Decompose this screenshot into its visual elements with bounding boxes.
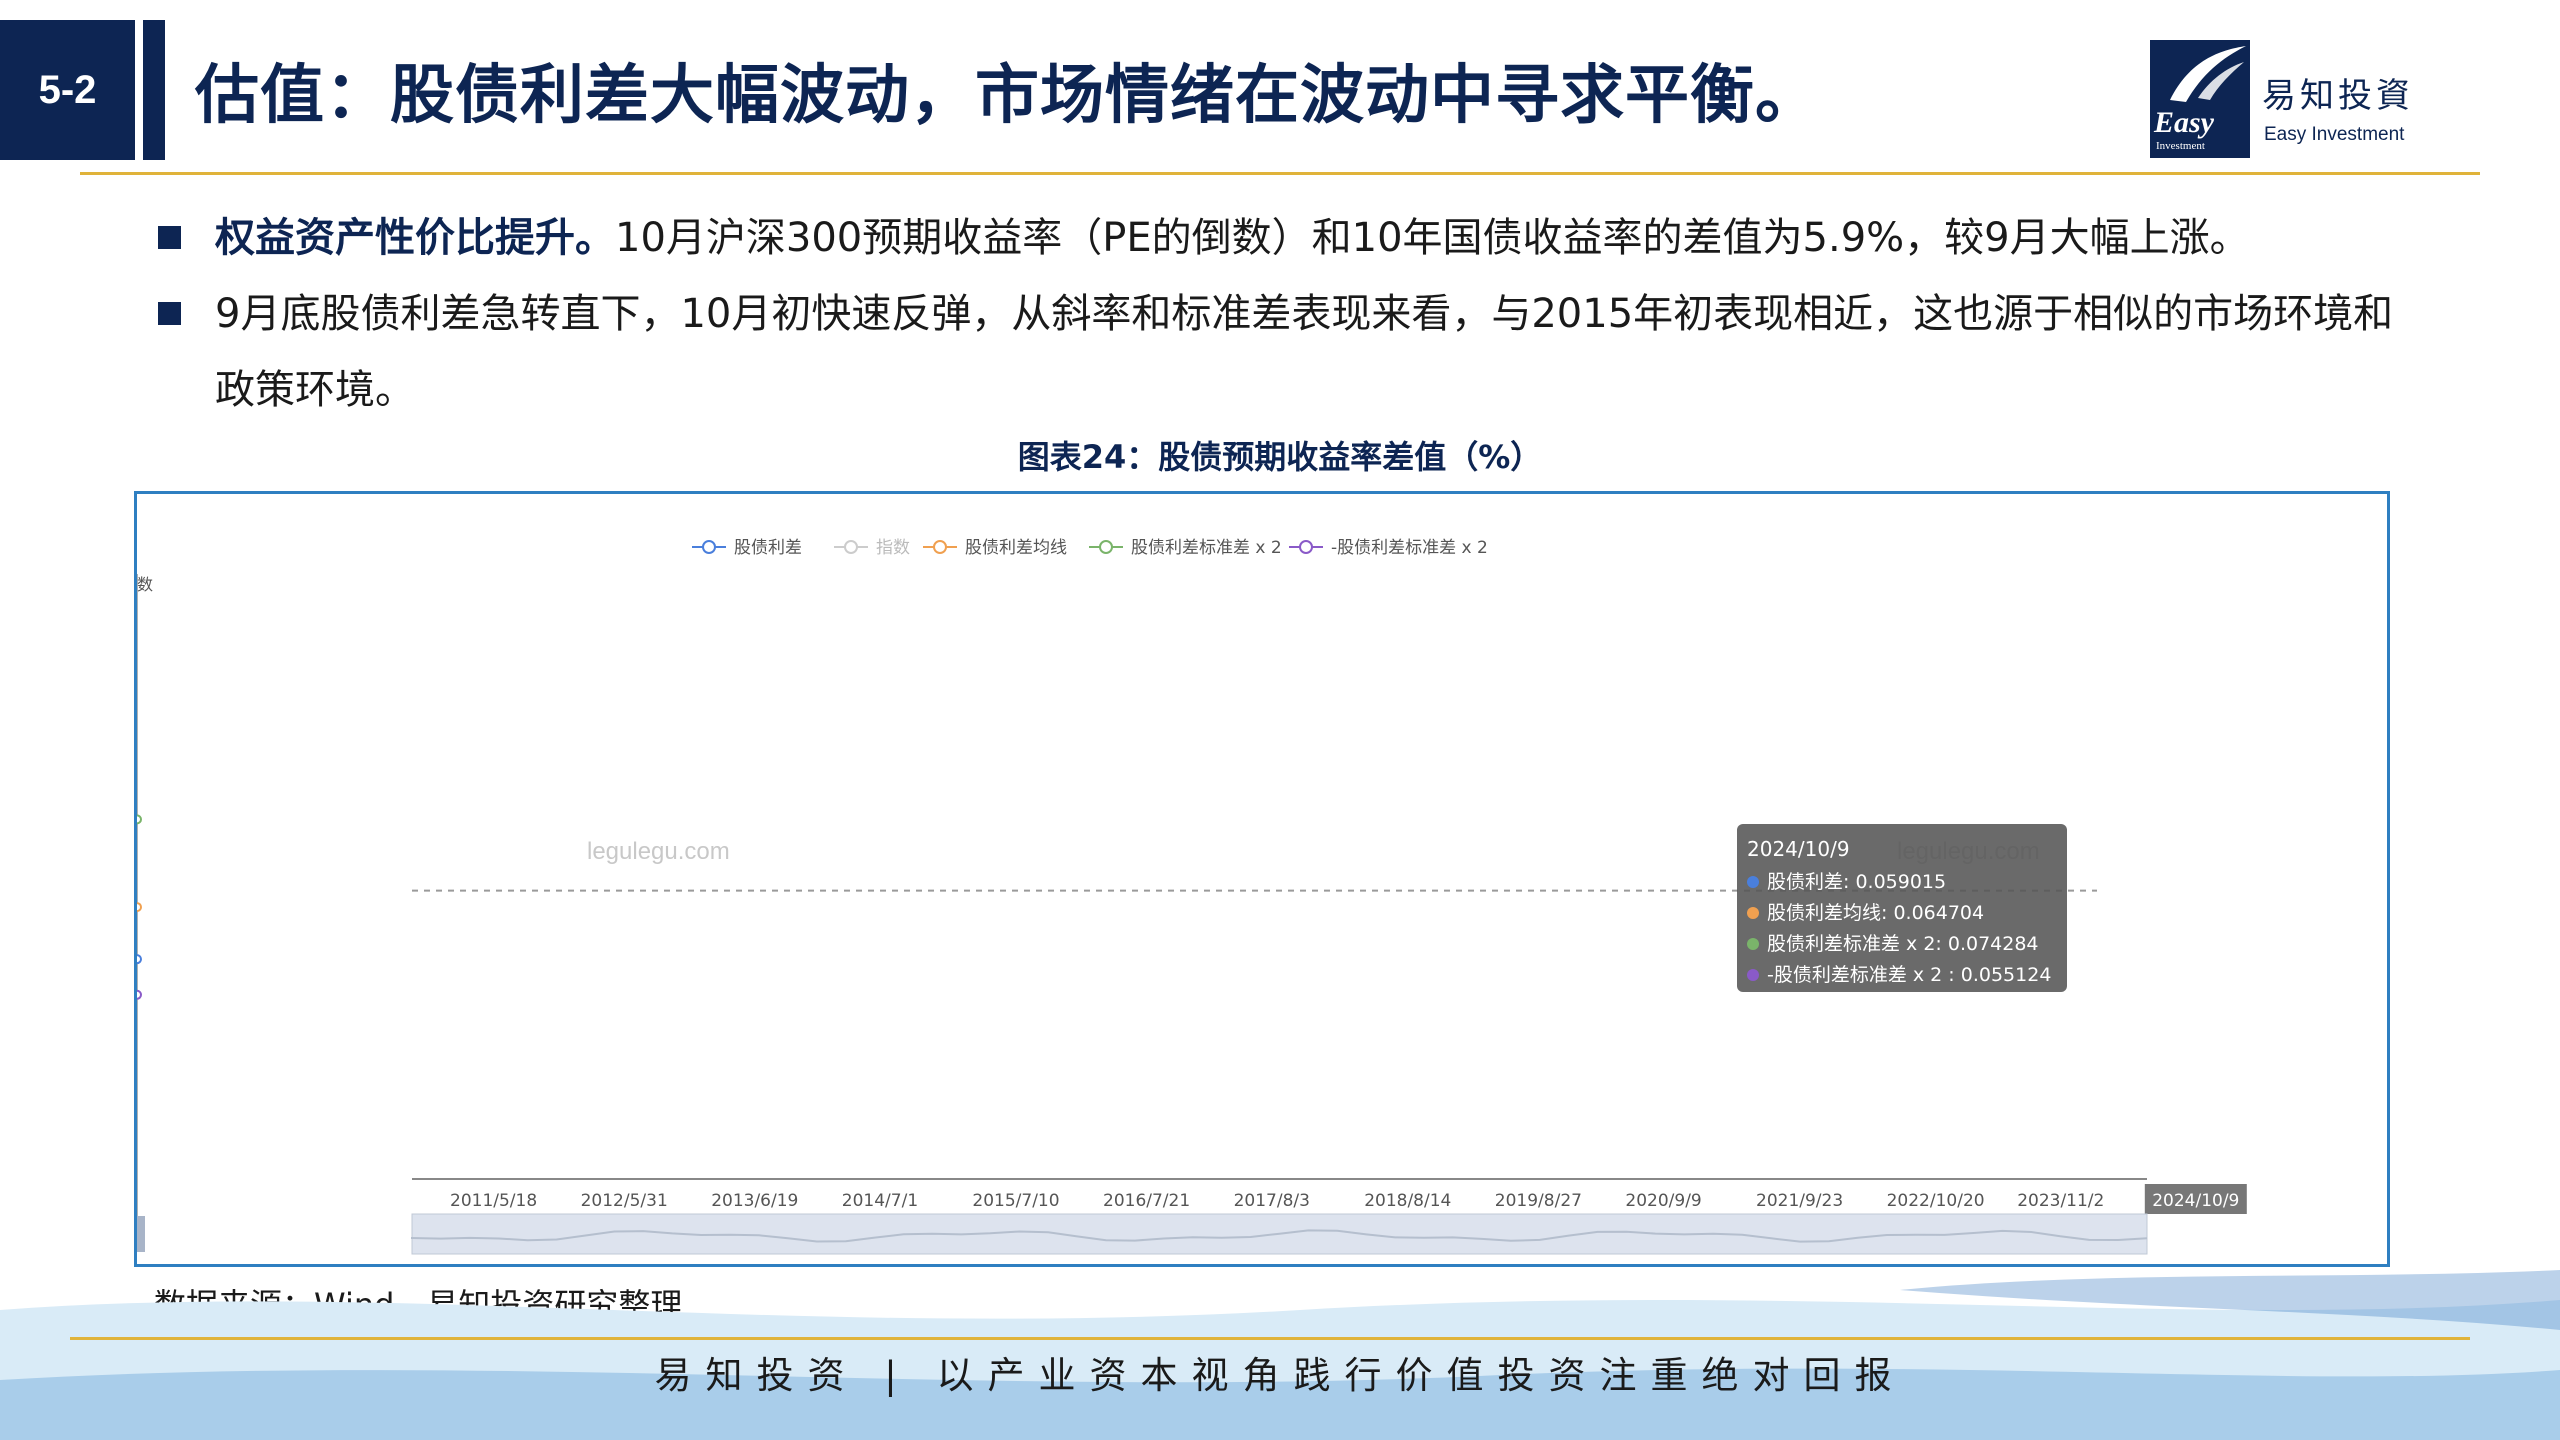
cursor-dot [137,989,142,1000]
logo-mark-subtext: Investment [2156,140,2205,152]
x-tick-label: 2012/5/31 [581,1191,668,1211]
logo-en-text: Easy Investment [2264,124,2405,145]
page-title: 估值：股债利差大幅波动，市场情绪在波动中寻求平衡。 [195,59,1820,133]
bullet-1-text: 10月沪深300预期收益率（PE的倒数）和10年国债收益率的差值为5.9%，较9… [615,215,2250,261]
legend-label: -股债利差标准差 x 2 [1331,538,1488,558]
bullet-item-2: 9月底股债利差急转直下，10月初快速反弹，从斜率和标准差表现来看，与2015年初… [150,276,2400,428]
tooltip-dot [1747,938,1759,950]
spread-chart[interactable]: legulegu.comlegulegu.com指数股债利差指数股债利差均线股债… [137,494,2387,1264]
bullet-2-text: 9月底股债利差急转直下，10月初快速反弹，从斜率和标准差表现来看，与2015年初… [215,291,2394,413]
chart-title: 图表24：股债预期收益率差值（%） [1017,438,1543,476]
legend-swatch-dot [702,540,716,554]
tooltip-dot [1747,876,1759,888]
right-axis-label: 指数 [137,575,153,594]
bullet-square-icon [158,302,181,325]
x-tick-label: 2015/7/10 [972,1191,1059,1211]
footer-divider [70,1337,2470,1340]
x-tick-label: 2013/6/19 [711,1191,798,1211]
footer-slogan: 易知投资 | 以产业资本视角践行价值投资注重绝对回报 [654,1354,1906,1397]
zoom-slider-handle[interactable] [137,1216,145,1252]
tooltip-row: 股债利差: 0.059015 [1767,871,1946,893]
cursor-dot [137,902,142,913]
legend-swatch-dot [933,540,947,554]
legend-label: 股债利差 [734,538,802,558]
tooltip-date: 2024/10/9 [1747,837,1850,861]
legend-swatch-dot [1099,540,1113,554]
tooltip-row: 股债利差均线: 0.064704 [1767,902,1984,924]
x-tick-label: 2019/8/27 [1495,1191,1582,1211]
logo: Easy Investment 易知投資 Easy Investment [2150,40,2440,165]
cursor-dot [137,814,142,825]
legend-swatch-dot [844,540,858,554]
x-tick-label: 2011/5/18 [450,1191,537,1211]
legend-label: 股债利差均线 [965,538,1067,558]
cursor-dot [137,954,142,965]
tooltip-row: -股债利差标准差 x 2 : 0.055124 [1767,964,2051,986]
bullet-1-bold: 权益资产性价比提升。 [215,215,615,261]
x-tick-label: 2017/8/3 [1234,1191,1310,1211]
legend-label: 指数 [876,538,910,558]
header-divider [80,172,2480,175]
legend-label: 股债利差标准差 x 2 [1131,538,1282,558]
x-tick-label: 2024/10/9 [2152,1191,2239,1211]
tooltip-row: 股债利差标准差 x 2: 0.074284 [1767,933,2039,955]
section-bar [143,20,165,160]
logo-mark-text: Easy [2154,106,2214,139]
legend-swatch-dot [1299,540,1313,554]
bullet-square-icon [158,226,181,249]
logo-cn-text: 易知投資 [2262,76,2414,116]
bullet-list: 权益资产性价比提升。10月沪深300预期收益率（PE的倒数）和10年国债收益率的… [150,200,2400,428]
chart-frame: legulegu.comlegulegu.com指数股债利差指数股债利差均线股债… [134,491,2390,1267]
x-tick-label: 2014/7/1 [842,1191,918,1211]
tooltip-dot [1747,907,1759,919]
logo-mark-icon: Easy Investment [2150,40,2250,158]
x-tick-label: 2020/9/9 [1625,1191,1701,1211]
watermark-text: legulegu.com [587,838,730,865]
section-number: 5-2 [0,20,135,160]
x-tick-label: 2016/7/21 [1103,1191,1190,1211]
bullet-item-1: 权益资产性价比提升。10月沪深300预期收益率（PE的倒数）和10年国债收益率的… [150,200,2400,276]
x-tick-label: 2023/11/2 [2017,1191,2104,1211]
x-tick-label: 2022/10/20 [1887,1191,1985,1211]
x-tick-label: 2021/9/23 [1756,1191,1843,1211]
tooltip-dot [1747,969,1759,981]
x-tick-label: 2018/8/14 [1364,1191,1451,1211]
